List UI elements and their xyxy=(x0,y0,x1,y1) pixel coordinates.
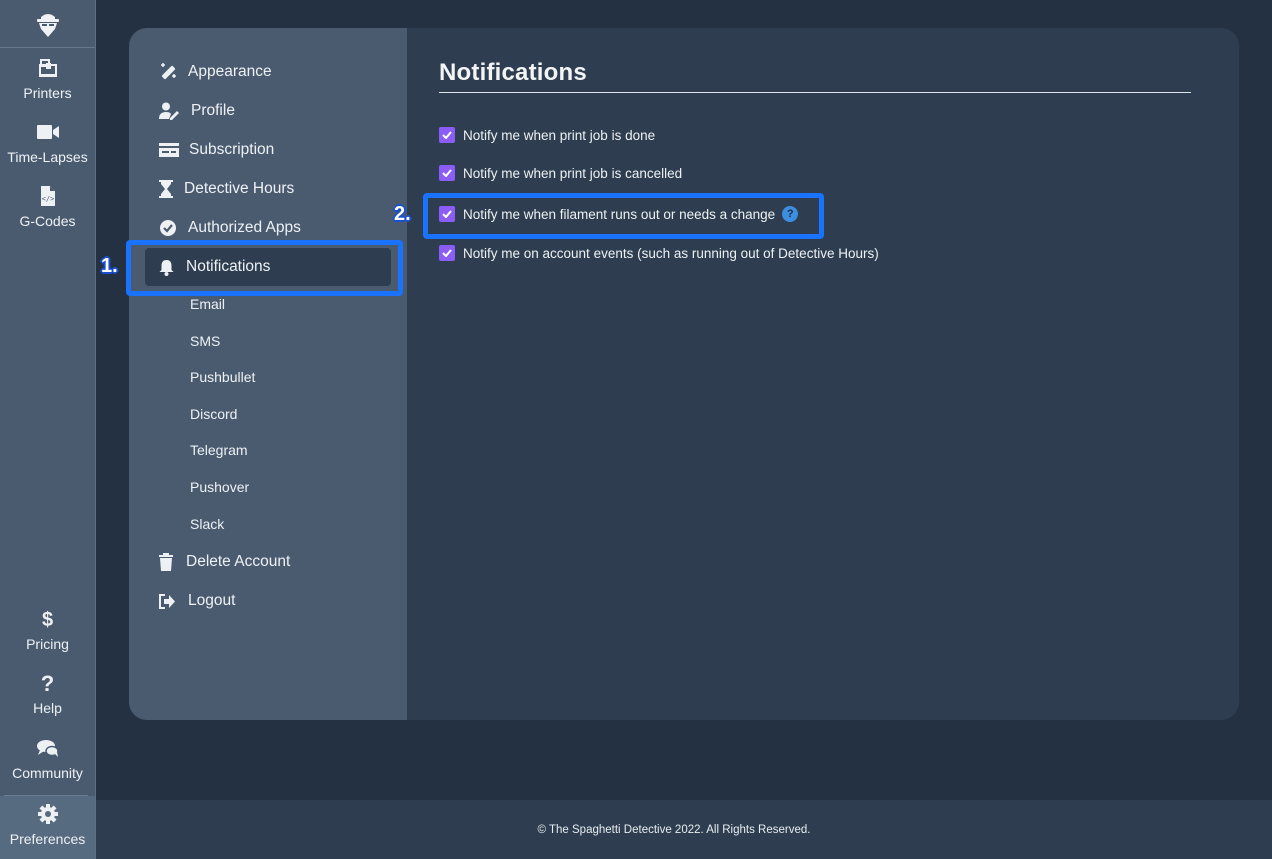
comments-icon xyxy=(0,737,95,761)
menu-item-label: Authorized Apps xyxy=(188,219,301,236)
checkbox-print-done[interactable] xyxy=(439,127,455,143)
menu-item-authorized-apps[interactable]: Authorized Apps xyxy=(159,217,301,239)
logo[interactable] xyxy=(0,0,95,48)
sub-item-discord[interactable]: Discord xyxy=(190,406,237,422)
option-label: Notify me when print job is cancelled xyxy=(463,165,683,181)
option-print-cancelled[interactable]: Notify me when print job is cancelled xyxy=(439,165,682,181)
hourglass-icon xyxy=(159,180,175,198)
highlight-box-filament-option xyxy=(423,193,824,239)
credit-card-icon xyxy=(159,141,179,159)
menu-item-appearance[interactable]: Appearance xyxy=(159,61,272,83)
menu-item-label: Appearance xyxy=(188,63,272,80)
rail-item-label: G-Codes xyxy=(19,213,76,229)
checkbox-account-events[interactable] xyxy=(439,245,455,261)
annotation-step-2: 2. xyxy=(394,203,411,225)
rail-item-community[interactable]: Community xyxy=(0,737,95,781)
menu-item-label: Logout xyxy=(188,592,236,609)
menu-item-detective-hours[interactable]: Detective Hours xyxy=(159,178,294,200)
sub-item-slack[interactable]: Slack xyxy=(190,516,224,532)
highlight-box-notifications xyxy=(126,240,403,296)
rail-item-label: Printers xyxy=(23,85,72,101)
nav-rail: Printers Time-Lapses </> G-Codes $ Prici… xyxy=(0,0,96,859)
menu-item-profile[interactable]: Profile xyxy=(159,100,235,122)
rail-item-label: Preferences xyxy=(9,831,86,847)
rail-item-preferences[interactable]: Preferences xyxy=(0,796,95,859)
code-file-icon: </> xyxy=(0,185,95,209)
rail-item-label: Pricing xyxy=(26,636,69,652)
annotation-step-1: 1. xyxy=(101,255,118,277)
video-camera-icon xyxy=(0,121,95,145)
preferences-card: Appearance Profile Subscription Detectiv… xyxy=(129,28,1239,720)
menu-item-label: Subscription xyxy=(189,141,275,158)
menu-item-delete-account[interactable]: Delete Account xyxy=(159,551,290,573)
rail-item-pricing[interactable]: $ Pricing xyxy=(0,608,95,652)
magic-wand-icon xyxy=(159,63,179,81)
option-print-done[interactable]: Notify me when print job is done xyxy=(439,127,655,143)
question-icon: ? xyxy=(40,671,55,696)
rail-item-help[interactable]: ? Help xyxy=(0,671,95,717)
option-label: Notify me when print job is done xyxy=(463,127,656,143)
rail-item-label: Community xyxy=(12,765,83,781)
rail-item-time-lapses[interactable]: Time-Lapses xyxy=(0,121,95,165)
sub-item-telegram[interactable]: Telegram xyxy=(190,442,248,458)
rail-item-label: Help xyxy=(33,700,62,716)
check-icon xyxy=(442,131,452,139)
sub-item-email[interactable]: Email xyxy=(190,296,225,312)
sub-item-pushover[interactable]: Pushover xyxy=(190,479,249,495)
dollar-icon: $ xyxy=(41,609,54,631)
copyright-text: © The Spaghetti Detective 2022. All Righ… xyxy=(537,823,811,836)
check-icon xyxy=(442,249,452,257)
title-divider xyxy=(439,92,1191,93)
detective-logo-icon xyxy=(36,13,59,37)
menu-item-label: Profile xyxy=(191,102,235,119)
gear-icon xyxy=(0,803,95,827)
trash-icon xyxy=(159,553,177,571)
menu-item-label: Delete Account xyxy=(186,553,291,570)
svg-text:</>: </> xyxy=(41,195,54,203)
checkbox-print-cancelled[interactable] xyxy=(439,165,455,181)
printer-icon xyxy=(0,57,95,81)
sub-item-pushbullet[interactable]: Pushbullet xyxy=(190,369,255,385)
rail-item-g-codes[interactable]: </> G-Codes xyxy=(0,185,95,229)
option-label: Notify me on account events (such as run… xyxy=(463,245,879,261)
menu-item-logout[interactable]: Logout xyxy=(159,590,235,612)
rail-item-printers[interactable]: Printers xyxy=(0,57,95,101)
logout-icon xyxy=(159,592,179,610)
check-circle-icon xyxy=(159,219,179,237)
option-account-events[interactable]: Notify me on account events (such as run… xyxy=(439,245,879,261)
user-edit-icon xyxy=(159,102,179,120)
check-icon xyxy=(442,169,452,177)
rail-item-label: Time-Lapses xyxy=(7,149,88,165)
page-title: Notifications xyxy=(439,59,587,86)
footer: © The Spaghetti Detective 2022. All Righ… xyxy=(96,800,1272,859)
menu-item-subscription[interactable]: Subscription xyxy=(159,139,274,161)
preferences-menu: Appearance Profile Subscription Detectiv… xyxy=(129,28,407,720)
menu-item-label: Detective Hours xyxy=(184,180,295,197)
sub-item-sms[interactable]: SMS xyxy=(190,333,220,349)
